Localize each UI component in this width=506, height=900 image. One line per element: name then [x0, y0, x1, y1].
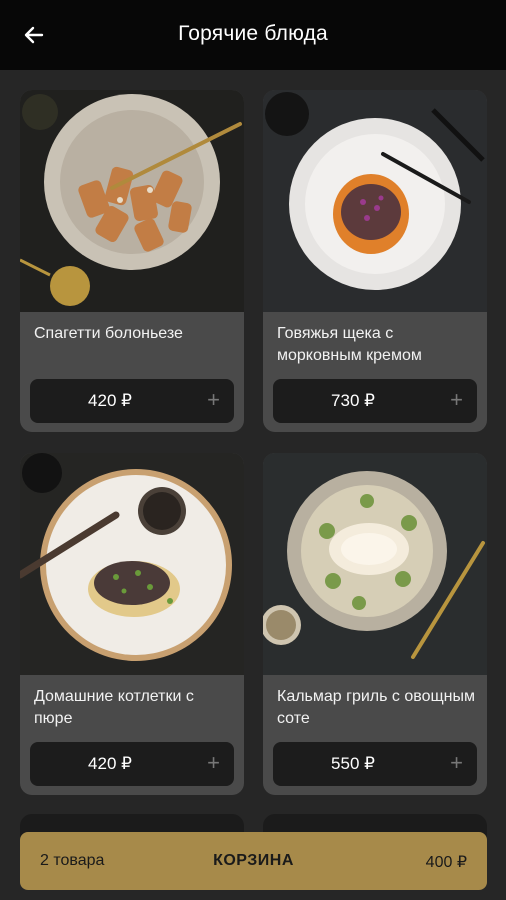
dish-name: Домашние котлетки с пюре: [34, 688, 194, 727]
product-card-cutlets[interactable]: Домашние котлетки с пюре 420 ₽ +: [20, 453, 244, 795]
plus-icon: +: [450, 750, 463, 775]
plus-icon: +: [207, 750, 220, 775]
app-bar: Горячие блюда: [0, 0, 506, 70]
plus-icon: +: [207, 387, 220, 412]
add-to-cart-button[interactable]: 420 ₽ +: [30, 379, 234, 423]
cart-total: 400 ₽: [425, 854, 467, 871]
dish-photo: [263, 453, 487, 675]
page-title: Горячие блюда: [178, 22, 328, 45]
add-to-cart-button[interactable]: 550 ₽ +: [273, 742, 477, 786]
dish-price: 420 ₽: [88, 391, 132, 410]
dish-name: Кальмар гриль с овощным соте: [277, 688, 475, 727]
dish-photo: [20, 453, 244, 675]
product-card-spaghetti[interactable]: Спагетти болоньезе 420 ₽ +: [20, 90, 244, 432]
dish-price: 420 ₽: [88, 754, 132, 773]
dish-photo: [263, 90, 487, 312]
dish-photo: [20, 90, 244, 312]
cart-button[interactable]: 2 товара КОРЗИНА 400 ₽: [20, 832, 487, 890]
cart-label: КОРЗИНА: [213, 852, 294, 869]
dish-price: 730 ₽: [331, 391, 375, 410]
dish-name: Спагетти болоньезе: [34, 325, 183, 342]
add-to-cart-button[interactable]: 730 ₽ +: [273, 379, 477, 423]
product-card-squid[interactable]: Кальмар гриль с овощным соте 550 ₽ +: [263, 453, 487, 795]
plus-icon: +: [450, 387, 463, 412]
product-card-beef-cheek[interactable]: Говяжья щека с морковным кремом 730 ₽ +: [263, 90, 487, 432]
add-to-cart-button[interactable]: 420 ₽ +: [30, 742, 234, 786]
dish-name: Говяжья щека с морковным кремом: [277, 325, 422, 364]
dish-price: 550 ₽: [331, 754, 375, 773]
